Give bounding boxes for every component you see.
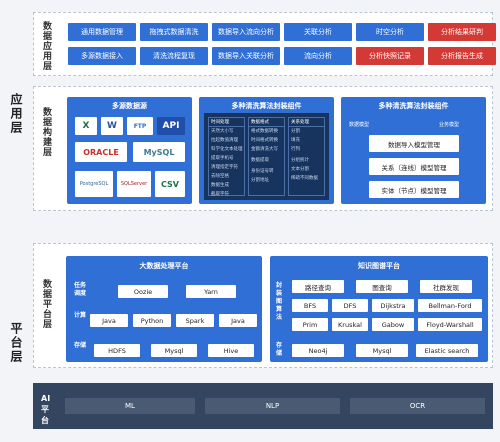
path-query-box: 路径查询 bbox=[292, 280, 344, 293]
ai-ml-box: ML bbox=[65, 398, 195, 414]
hdfs-box: HDFS bbox=[94, 344, 140, 357]
ai-nlp-box: NLP bbox=[205, 398, 340, 414]
dfs-box: DFS bbox=[332, 299, 368, 312]
bfs-box: BFS bbox=[292, 299, 328, 312]
app-button-1[interactable]: 拖拽式数据清洗 bbox=[140, 23, 208, 41]
ftp-logo: FTP bbox=[127, 117, 153, 135]
app-layer-title: 应用层 bbox=[9, 93, 23, 135]
oozie-box: Oozie bbox=[118, 285, 168, 298]
gabow-box: Gabow bbox=[372, 318, 414, 331]
mysql-logo: MySQL bbox=[133, 142, 185, 162]
ai-ocr-box: OCR bbox=[350, 398, 485, 414]
clean-components-inner: 时间处理 天然大小写 拉起数值清理 科学化文本处理 提取手机号 清理指定字符 去… bbox=[204, 113, 329, 200]
app-button-8[interactable]: 数据导入关联分析 bbox=[212, 47, 280, 65]
model-col-left: 数据模型 bbox=[349, 122, 370, 128]
app-button-6[interactable]: 多源数据接入 bbox=[68, 47, 136, 65]
clean-col-time: 时间处理 天然大小写 拉起数值清理 科学化文本处理 提取手机号 清理指定字符 去… bbox=[208, 117, 245, 197]
clean-col-relation: 关系处理 分割 填充 行列 分组统计 文本分割 稀疏不同数据 bbox=[288, 117, 325, 196]
sqlserver-logo: SQLServer bbox=[117, 171, 151, 197]
app-button-4[interactable]: 时空分析 bbox=[356, 23, 424, 41]
multi-source-title: 多源数据源 bbox=[112, 102, 147, 110]
oracle-logo: ORACLE bbox=[75, 142, 127, 162]
ai-platform-title: AI平台 bbox=[41, 394, 51, 425]
model-components-panel: 多种清洗算法封装组件 数据模型 业务模型 数据导入模型管理 关系（连线）模型管理… bbox=[341, 97, 486, 204]
app-button-11[interactable]: 分析报告生成 bbox=[428, 47, 496, 65]
yarn-box: Yarn bbox=[186, 285, 236, 298]
hive-box: Hive bbox=[208, 344, 254, 357]
data-build-section: 数据构建层 多源数据源 X W FTP API ORACLE MySQL Pos… bbox=[33, 86, 493, 211]
neo4j-box: Neo4j bbox=[292, 344, 344, 357]
kg-storage-label: 存储 bbox=[276, 342, 283, 357]
dijkstra-box: Dijkstra bbox=[372, 299, 414, 312]
bigdata-label-schedule: 任务调度 bbox=[74, 282, 87, 297]
postgresql-logo: PostgreSQL bbox=[75, 171, 113, 197]
model-item-relation[interactable]: 关系（连线）模型管理 bbox=[369, 158, 459, 175]
api-logo: API bbox=[157, 117, 185, 135]
spark-box: Spark bbox=[176, 314, 214, 327]
data-app-title: 数据应用层 bbox=[41, 21, 51, 71]
word-logo: W bbox=[101, 117, 123, 135]
data-platform-section: 数据平台层 大数据处理平台 任务调度 Oozie Yarn 计算 Java Py… bbox=[33, 243, 493, 368]
bellman-ford-box: Bellman-Ford bbox=[418, 299, 482, 312]
bigdata-label-storage: 存储 bbox=[74, 342, 87, 349]
app-button-9[interactable]: 流向分析 bbox=[284, 47, 352, 65]
mysql-box-kg: Mysql bbox=[356, 344, 408, 357]
data-platform-title: 数据平台层 bbox=[41, 279, 51, 329]
platform-layer-title: 平台层 bbox=[9, 322, 23, 364]
clean-components-panel: 多种清洗算法封装组件 时间处理 天然大小写 拉起数值清理 科学化文本处理 提取手… bbox=[199, 97, 334, 204]
multi-source-panel: 多源数据源 X W FTP API ORACLE MySQL PostgreSQ… bbox=[67, 97, 192, 204]
floyd-warshall-box: Floyd-Warshall bbox=[418, 318, 482, 331]
csv-logo: CSV bbox=[155, 171, 185, 197]
python-box: Python bbox=[133, 314, 171, 327]
app-button-3[interactable]: 关联分析 bbox=[284, 23, 352, 41]
kg-panel: 知识图谱平台 封装图算法 路径查询 图查询 社群发现 BFS DFS Dijks… bbox=[270, 256, 488, 362]
app-button-5[interactable]: 分析结果研判 bbox=[428, 23, 496, 41]
ai-platform-bar: AI平台 ML NLP OCR bbox=[33, 383, 493, 429]
model-item-import[interactable]: 数据导入模型管理 bbox=[369, 135, 459, 152]
kg-algo-label: 封装图算法 bbox=[276, 282, 283, 321]
kg-title: 知识图谱平台 bbox=[358, 262, 400, 270]
kruskal-box: Kruskal bbox=[332, 318, 368, 331]
elastic-search-box: Elastic search bbox=[416, 344, 478, 357]
app-button-2[interactable]: 数据导入流向分析 bbox=[212, 23, 280, 41]
app-button-10[interactable]: 分析快照记录 bbox=[356, 47, 424, 65]
bigdata-label-compute: 计算 bbox=[74, 312, 87, 319]
graph-query-box: 图查询 bbox=[356, 280, 408, 293]
data-app-section: 数据应用层 通用数据管理 拖拽式数据清洗 数据导入流向分析 关联分析 时空分析 分析结果研… bbox=[33, 12, 496, 76]
clean-components-title: 多种清洗算法封装组件 bbox=[231, 102, 302, 110]
java-box-2: Java bbox=[219, 314, 257, 327]
model-col-right: 业务模型 bbox=[439, 122, 460, 128]
mysql-box-bigdata: Mysql bbox=[151, 344, 197, 357]
app-button-0[interactable]: 通用数据管理 bbox=[68, 23, 136, 41]
bigdata-panel: 大数据处理平台 任务调度 Oozie Yarn 计算 Java Python S… bbox=[66, 256, 262, 362]
model-item-entity[interactable]: 实体（节点）模型管理 bbox=[369, 181, 459, 198]
bigdata-title: 大数据处理平台 bbox=[139, 262, 189, 270]
community-detect-box: 社群发现 bbox=[420, 280, 472, 293]
model-components-title: 多种清洗算法封装组件 bbox=[378, 102, 449, 110]
prim-box: Prim bbox=[292, 318, 328, 331]
clean-col-format: 数据格式 格式数据转换 时间格式转换 金额清洗大写 数据提取 身份证号转 分割地… bbox=[248, 117, 285, 196]
data-build-title: 数据构建层 bbox=[41, 107, 51, 157]
excel-logo: X bbox=[75, 117, 97, 135]
java-box-1: Java bbox=[90, 314, 128, 327]
app-button-7[interactable]: 清洗流程复现 bbox=[140, 47, 208, 65]
